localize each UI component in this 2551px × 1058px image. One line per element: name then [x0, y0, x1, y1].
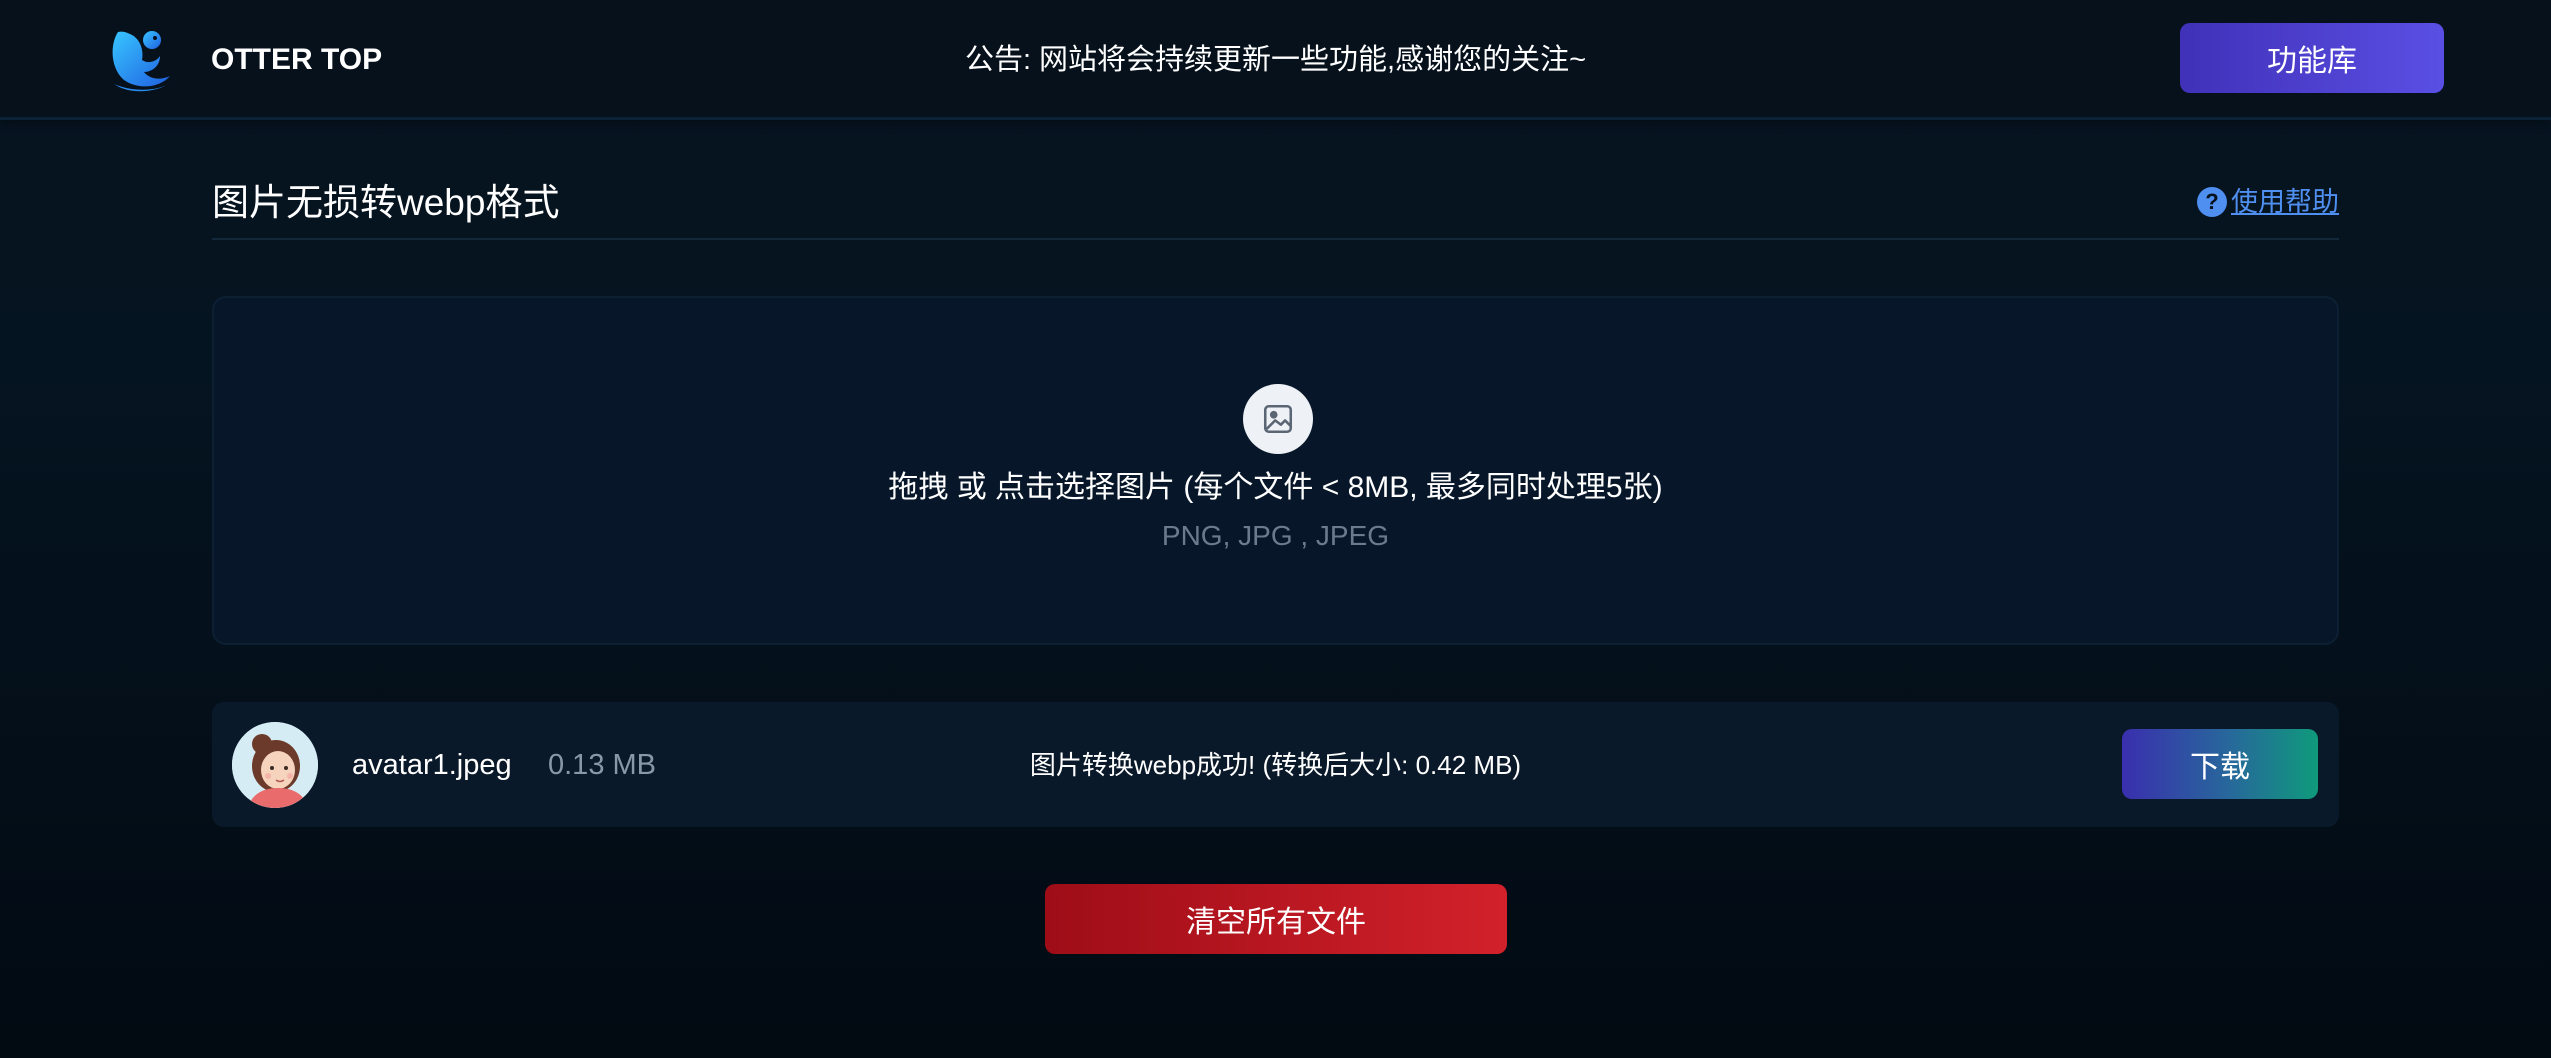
conversion-status: 图片转换webp成功! (转换后大小: 0.42 MB): [1029, 750, 1522, 780]
question-circle-icon[interactable]: ?: [2197, 187, 2227, 217]
top-navbar: OTTER TOP 公告: 网站将会持续更新一些功能,感谢您的关注~ 功能库: [0, 0, 2551, 120]
download-button[interactable]: 下载: [2122, 729, 2318, 799]
clear-all-files-button[interactable]: 清空所有文件: [1045, 884, 1507, 954]
dropzone-formats: PNG, JPG , JPEG: [1161, 520, 1390, 551]
feature-library-button[interactable]: 功能库: [2180, 23, 2444, 93]
help-link-label[interactable]: 使用帮助: [2231, 182, 2339, 222]
file-list-item: avatar1.jpeg 0.13 MB 图片转换webp成功! (转换后大小:…: [212, 702, 2339, 827]
help-link[interactable]: ? 使用帮助: [2197, 182, 2339, 222]
image-icon: [1243, 384, 1313, 454]
announcement-text: 公告: 网站将会持续更新一些功能,感谢您的关注~: [964, 44, 1587, 76]
upload-dropzone[interactable]: 拖拽 或 点击选择图片 (每个文件 < 8MB, 最多同时处理5张) PNG, …: [212, 296, 2339, 645]
dropzone-instruction: 拖拽 或 点击选择图片 (每个文件 < 8MB, 最多同时处理5张): [888, 471, 1663, 504]
title-divider: [212, 238, 2339, 240]
page-title: 图片无损转webp格式: [212, 182, 560, 223]
